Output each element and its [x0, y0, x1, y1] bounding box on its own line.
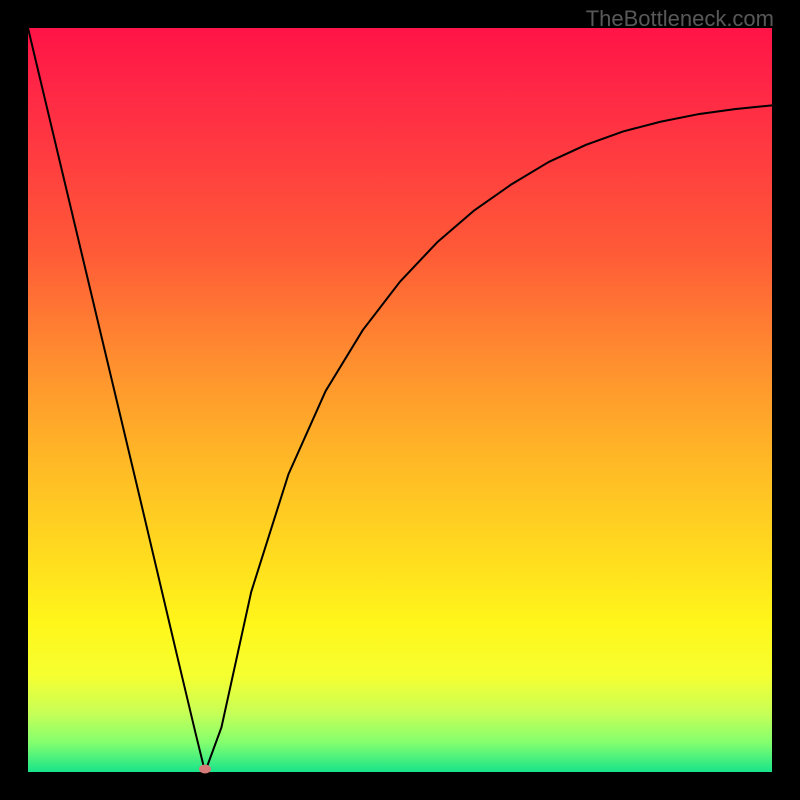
- minimum-marker-dot: [199, 765, 211, 774]
- bottleneck-curve: [28, 28, 772, 772]
- plot-area: [28, 28, 772, 772]
- chart-container: TheBottleneck.com: [0, 0, 800, 800]
- watermark-text: TheBottleneck.com: [586, 6, 774, 32]
